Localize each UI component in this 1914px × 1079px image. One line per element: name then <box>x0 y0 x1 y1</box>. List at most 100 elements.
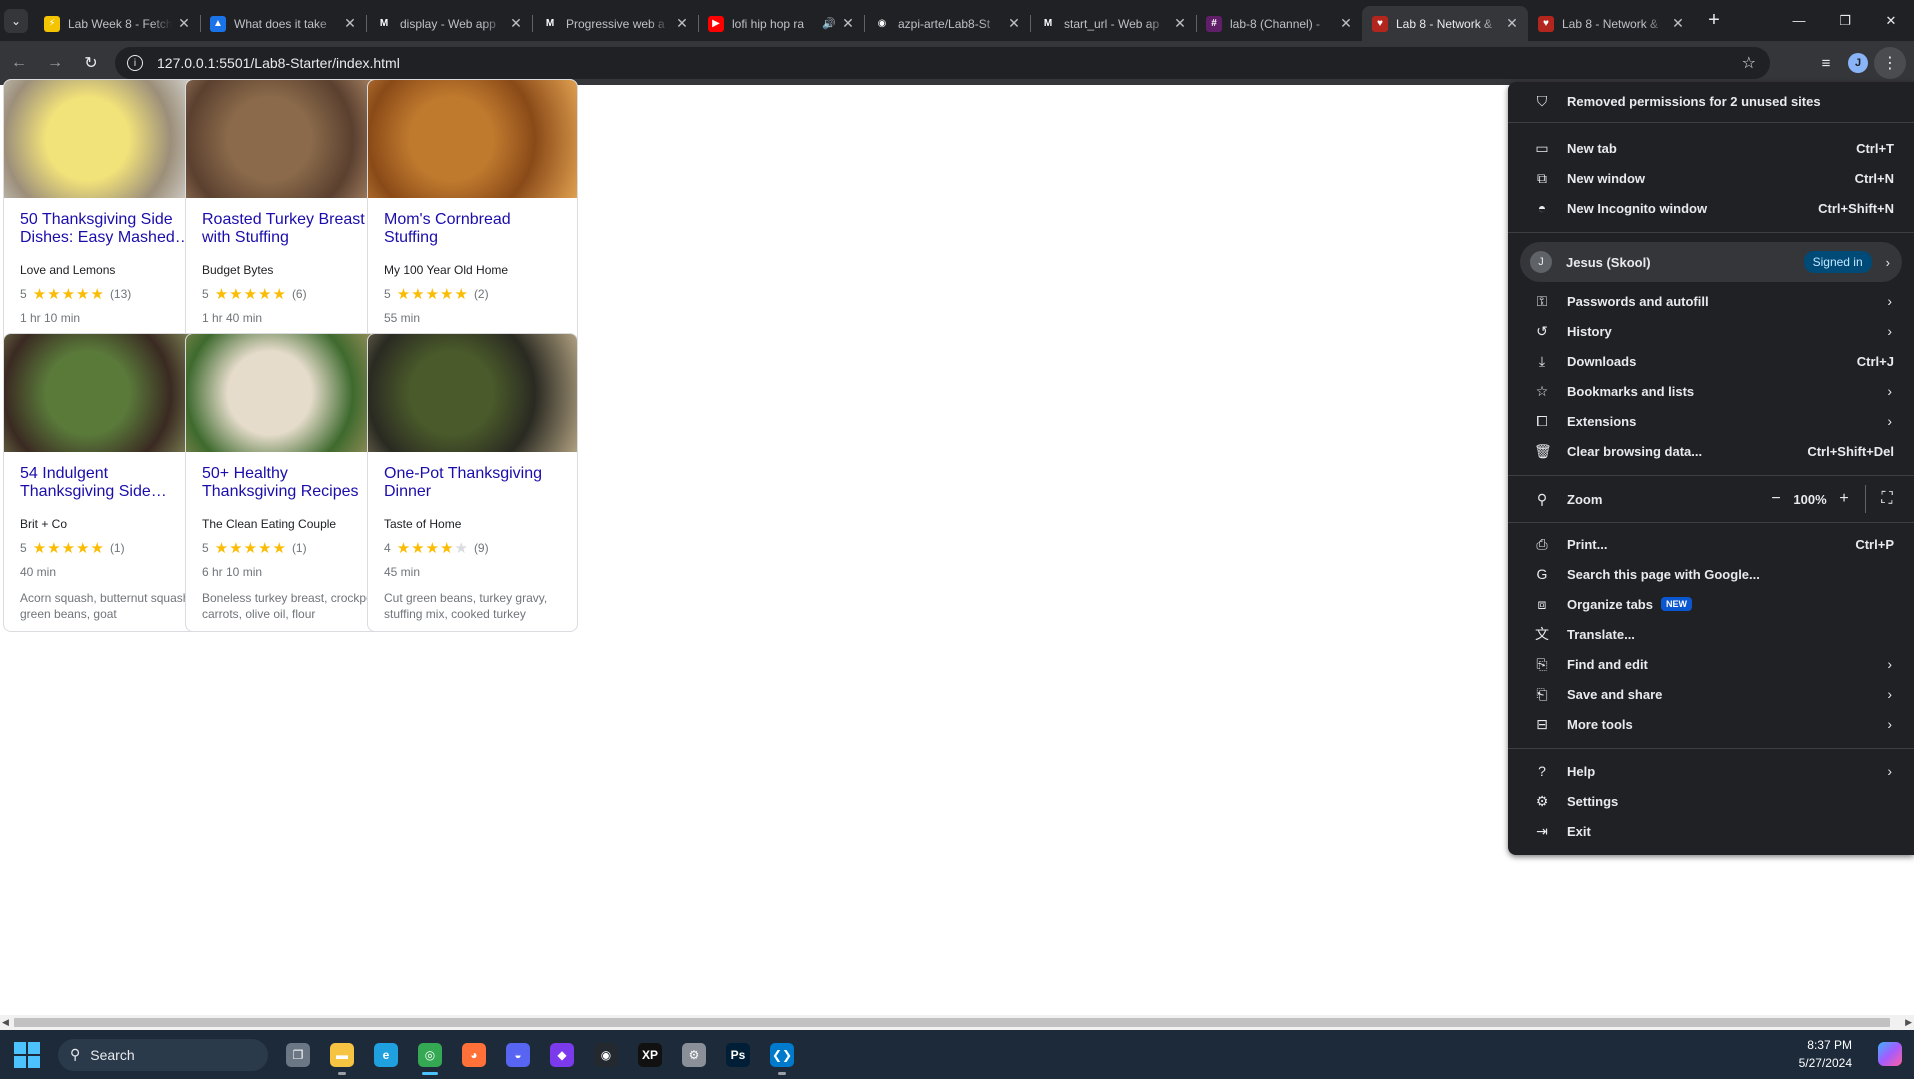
tab-close-icon[interactable]: ✕ <box>1172 15 1188 32</box>
taskbar-app-vscode[interactable]: ❮❯ <box>760 1035 804 1075</box>
menu-item-search-google[interactable]: G Search this page with Google... <box>1508 559 1914 589</box>
menu-item-new-incognito[interactable]: ◓ New Incognito window Ctrl+Shift+N <box>1508 193 1914 223</box>
recipe-title[interactable]: Mom's Cornbread Stuffing <box>384 211 562 247</box>
menu-item-find-edit[interactable]: ⎘ Find and edit › <box>1508 649 1914 679</box>
start-button[interactable] <box>14 1041 40 1068</box>
menu-item-bookmarks[interactable]: ☆ Bookmarks and lists › <box>1508 376 1914 406</box>
menu-item-print[interactable]: ⎙ Print... Ctrl+P <box>1508 529 1914 559</box>
menu-item-new-tab[interactable]: ▭ New tab Ctrl+T <box>1508 133 1914 163</box>
recipe-title[interactable]: 54 Indulgent Thanksgiving Side Dishes <box>20 465 198 501</box>
copilot-icon[interactable] <box>1878 1042 1902 1066</box>
chrome-menu-button[interactable]: ⋮ <box>1874 47 1906 79</box>
tab-favicon-icon: M <box>1040 15 1056 32</box>
menu-item-translate[interactable]: 文 Translate... <box>1508 619 1914 649</box>
restore-button[interactable]: ❐ <box>1822 0 1868 41</box>
menu-item-passwords[interactable]: ⚿ Passwords and autofill › <box>1508 286 1914 316</box>
taskbar-app-task-view[interactable]: ❐ <box>276 1035 320 1075</box>
tab-favicon-icon: M <box>542 15 558 32</box>
browser-tab[interactable]: M Progressive web a ✕ <box>532 6 698 41</box>
recipe-image[interactable] <box>186 80 395 198</box>
address-bar[interactable]: i 127.0.0.1:5501/Lab8-Starter/index.html… <box>115 47 1770 79</box>
tab-close-icon[interactable]: ✕ <box>1006 15 1022 32</box>
tab-close-icon[interactable]: ✕ <box>508 15 524 32</box>
tab-close-icon[interactable]: ✕ <box>176 15 192 32</box>
zoom-out-button[interactable]: − <box>1763 486 1789 512</box>
menu-item-profile[interactable]: J Jesus (Skool) Signed in › <box>1520 242 1902 282</box>
menu-item-exit[interactable]: ⇥ Exit <box>1508 816 1914 846</box>
bookmark-star-icon[interactable]: ☆ <box>1742 53 1756 73</box>
browser-tab[interactable]: Mstart_url - Web ap ✕ <box>1030 6 1196 41</box>
recipe-image[interactable] <box>186 334 395 452</box>
menu-item-clear-data[interactable]: 🗑 Clear browsing data... Ctrl+Shift+Del <box>1508 436 1914 466</box>
browser-tab[interactable]: ◉ azpi-arte/Lab8-St ✕ <box>864 6 1030 41</box>
taskbar-app-obsidian[interactable]: ◆ <box>540 1035 584 1075</box>
browser-tab[interactable]: # lab-8 (Channel) - ✕ <box>1196 6 1362 41</box>
forward-button[interactable]: → <box>38 46 72 80</box>
menu-item-downloads[interactable]: ⤓ Downloads Ctrl+J <box>1508 346 1914 376</box>
tab-close-icon[interactable]: ✕ <box>1338 15 1354 32</box>
minimize-button[interactable]: — <box>1776 0 1822 41</box>
menu-item-extensions[interactable]: ⧠ Extensions › <box>1508 406 1914 436</box>
menu-item-new-window[interactable]: ⧉ New window Ctrl+N <box>1508 163 1914 193</box>
recipe-image[interactable] <box>368 80 577 198</box>
media-controls-button[interactable]: ≡ <box>1810 47 1842 79</box>
taskbar-search[interactable]: ⚲ Search <box>58 1038 268 1071</box>
taskbar-app-xp-pen[interactable]: XP <box>628 1035 672 1075</box>
recipe-time: 1 hr 10 min <box>20 311 81 325</box>
tab-close-icon[interactable]: ✕ <box>840 15 856 32</box>
tab-close-icon[interactable]: ✕ <box>674 15 690 32</box>
scroll-left-arrow-icon[interactable]: ◀ <box>2 1017 9 1028</box>
tab-search-button[interactable]: ⌄ <box>4 9 28 33</box>
audio-playing-icon[interactable]: 🔊 <box>822 17 836 30</box>
browser-tab[interactable]: ⚡ Lab Week 8 - Fetch ✕ <box>34 6 200 41</box>
taskbar-app-settings[interactable]: ⚙ <box>672 1035 716 1075</box>
taskbar-app-firefox[interactable]: ◕ <box>452 1035 496 1075</box>
zoom-in-button[interactable]: + <box>1831 486 1857 512</box>
scroll-right-arrow-icon[interactable]: ▶ <box>1905 1017 1912 1028</box>
taskbar-app-discord[interactable]: ◒ <box>496 1035 540 1075</box>
recipe-image[interactable] <box>4 334 213 452</box>
recipe-organization: Love and Lemons <box>20 263 116 277</box>
recipe-card[interactable]: 50+ Healthy Thanksgiving Recipes The Clea… <box>185 333 396 632</box>
taskbar-app-file-explorer[interactable]: ▬ <box>320 1035 364 1075</box>
scrollbar-thumb[interactable] <box>14 1018 1890 1027</box>
recipe-image[interactable] <box>4 80 213 198</box>
recipe-title[interactable]: One-Pot Thanksgiving Dinner <box>384 465 562 501</box>
recipe-image[interactable] <box>368 334 577 452</box>
fullscreen-button[interactable]: ⛶ <box>1874 486 1900 512</box>
new-tab-button[interactable]: + <box>1700 6 1728 34</box>
horizontal-scrollbar[interactable]: ◀ ▶ <box>0 1015 1914 1030</box>
taskbar-app-github-desktop[interactable]: ◉ <box>584 1035 628 1075</box>
close-window-button[interactable]: ✕ <box>1868 0 1914 41</box>
menu-item-help[interactable]: ? Help › <box>1508 756 1914 786</box>
back-button[interactable]: ← <box>2 46 36 80</box>
url-text[interactable]: 127.0.0.1:5501/Lab8-Starter/index.html <box>157 55 400 71</box>
browser-tab[interactable]: Mdisplay - Web app ✕ <box>366 6 532 41</box>
browser-tab[interactable]: ♥ Lab 8 - Network & ✕ <box>1362 6 1528 41</box>
browser-tab[interactable]: ▶ lofi hip hop ra 🔊 ✕ <box>698 6 864 41</box>
profile-avatar[interactable]: J <box>1848 53 1868 73</box>
menu-item-more-tools[interactable]: ⊟ More tools › <box>1508 709 1914 739</box>
taskbar-app-photoshop[interactable]: Ps <box>716 1035 760 1075</box>
menu-item-save-share[interactable]: ⎗ Save and share › <box>1508 679 1914 709</box>
taskbar-app-edge[interactable]: e <box>364 1035 408 1075</box>
tab-close-icon[interactable]: ✕ <box>1504 15 1520 32</box>
tab-close-icon[interactable]: ✕ <box>1670 15 1686 32</box>
tab-close-icon[interactable]: ✕ <box>342 15 358 32</box>
system-clock[interactable]: 8:37 PM 5/27/2024 <box>1799 1036 1852 1072</box>
browser-tab[interactable]: ▲ What does it take ✕ <box>200 6 366 41</box>
site-info-icon[interactable]: i <box>127 55 143 71</box>
menu-item-permissions-notice[interactable]: ⛉ Removed permissions for 2 unused sites <box>1508 86 1914 116</box>
rating-value: 5 <box>20 287 27 301</box>
menu-item-history[interactable]: ↺ History › <box>1508 316 1914 346</box>
taskbar-app-chrome[interactable]: ◎ <box>408 1035 452 1075</box>
recipe-card[interactable]: 54 Indulgent Thanksgiving Side Dishes Bri… <box>3 333 214 632</box>
browser-tab[interactable]: ♥ Lab 8 - Network & ✕ <box>1528 6 1694 41</box>
menu-item-organize-tabs[interactable]: ⧈ Organize tabs NEW <box>1508 589 1914 619</box>
recipe-title[interactable]: 50 Thanksgiving Side Dishes: Easy Mashed… <box>20 211 198 247</box>
recipe-card[interactable]: One-Pot Thanksgiving Dinner Taste of Home… <box>367 333 578 632</box>
reload-button[interactable]: ↻ <box>74 46 108 80</box>
menu-item-settings[interactable]: ⚙ Settings <box>1508 786 1914 816</box>
recipe-title[interactable]: Roasted Turkey Breast with Stuffing <box>202 211 380 247</box>
recipe-title[interactable]: 50+ Healthy Thanksgiving Recipes <box>202 465 380 501</box>
